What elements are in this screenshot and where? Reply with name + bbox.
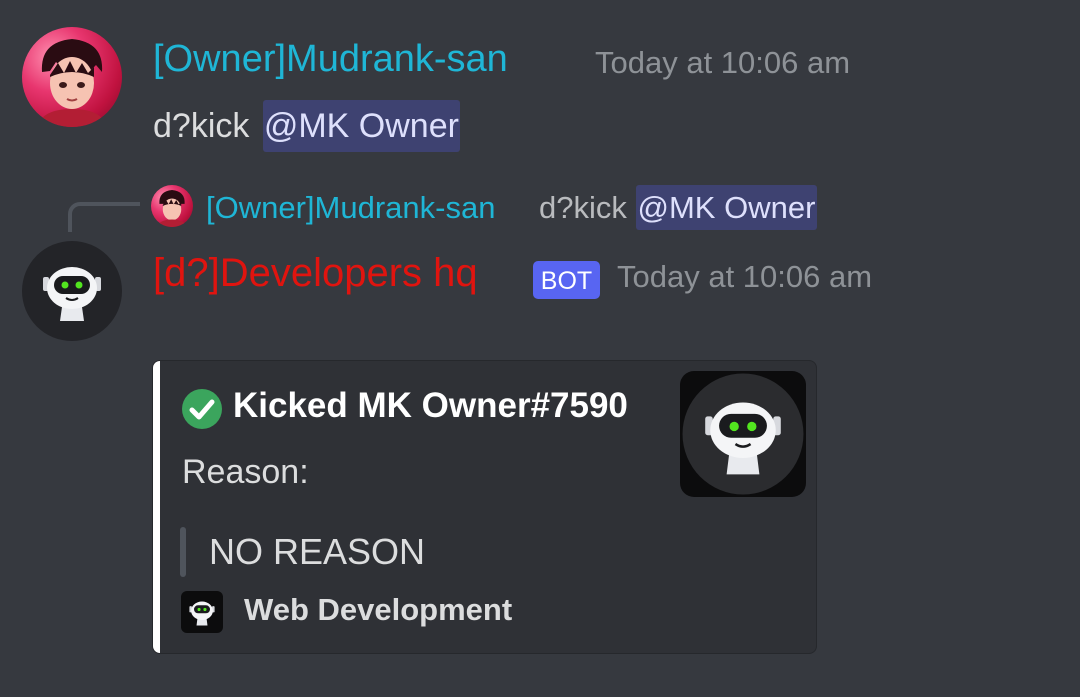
command-text: d?kick bbox=[153, 107, 259, 145]
anime-portrait-image bbox=[37, 39, 107, 127]
embed-footer: Web Development bbox=[244, 592, 513, 627]
user-avatar[interactable] bbox=[22, 27, 122, 127]
bot-avatar[interactable] bbox=[22, 241, 122, 341]
author-name[interactable]: [Owner]Mudrank-san bbox=[153, 38, 508, 81]
embed-title: Kicked MK Owner#7590 bbox=[233, 386, 628, 425]
embed-accent-bar bbox=[153, 361, 160, 653]
user-mention[interactable]: @MK Owner bbox=[262, 100, 460, 152]
embed-quote: NO REASON bbox=[209, 531, 426, 572]
bot-badge: BOT bbox=[533, 261, 600, 299]
robot-icon bbox=[43, 267, 101, 321]
timestamp: Today at 10:06 am bbox=[595, 45, 851, 80]
timestamp: Today at 10:06 am bbox=[617, 259, 873, 294]
reply-command-text: d?kick bbox=[539, 190, 627, 225]
reply-user-mention[interactable]: @MK Owner bbox=[635, 185, 818, 230]
bot-author-name[interactable]: [d?]Developers hq bbox=[153, 251, 478, 296]
anime-portrait-image bbox=[157, 190, 187, 227]
reply-author-name[interactable]: [Owner]Mudrank-san bbox=[206, 190, 495, 226]
embed-thumbnail[interactable] bbox=[680, 371, 806, 497]
robot-icon bbox=[682, 373, 804, 495]
message-content: d?kick @MK Owner bbox=[153, 100, 460, 152]
reply-spine bbox=[68, 202, 140, 232]
check-circle-icon bbox=[182, 389, 222, 429]
reply-avatar[interactable] bbox=[151, 185, 193, 227]
footer-robot-icon bbox=[181, 591, 223, 633]
quote-bar bbox=[180, 527, 186, 577]
reply-content[interactable]: d?kick @MK Owner bbox=[539, 185, 818, 230]
embed-field-label: Reason: bbox=[182, 453, 309, 491]
